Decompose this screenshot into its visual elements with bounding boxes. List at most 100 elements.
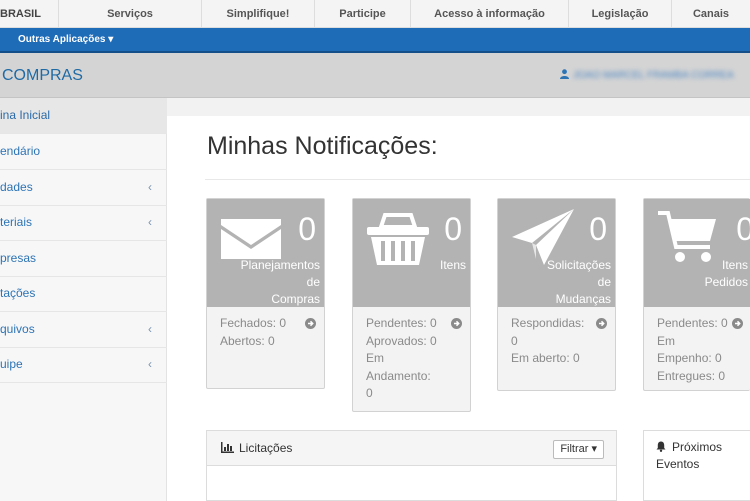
chevron-left-icon: ‹ — [148, 215, 152, 229]
title-divider — [205, 179, 750, 180]
card-label-line: Itens — [439, 258, 466, 272]
page-title: Minhas Notificações: — [207, 132, 438, 160]
card-footer: Respondidas: 0 Em aberto: 0 — [498, 307, 615, 374]
arrow-circle-right-icon — [732, 318, 743, 329]
sidebar-item-calendario[interactable]: endário — [0, 134, 167, 170]
sidebar-item-label: ina Inicial — [0, 108, 51, 122]
sidebar-item-licitacoes[interactable]: tações — [0, 276, 167, 312]
user-name: JOAO MARCEL FRAMBA CORREA — [573, 70, 734, 81]
card-label-line: Solicitações — [546, 258, 611, 272]
gov-brand[interactable]: BRASIL — [0, 0, 58, 28]
card-count: 0 — [589, 211, 607, 247]
card-count: 0 — [736, 211, 750, 247]
card-footer: Pendentes: 0 Em Empenho: 0 Entregues: 0 — [644, 307, 750, 391]
card-label-line: Mudanças — [555, 292, 611, 306]
stat-text: Em — [657, 333, 675, 348]
card-label-line: de — [597, 275, 611, 289]
licitacoes-panel: Licitações Filtrar ▾ — [206, 430, 617, 501]
stat-text: Em — [366, 351, 384, 365]
chevron-left-icon: ‹ — [148, 357, 152, 371]
chevron-left-icon: ‹ — [148, 180, 152, 194]
app-header: COMPRAS JOAO MARCEL FRAMBA CORREA — [0, 53, 750, 98]
arrow-circle-right-icon — [596, 318, 607, 329]
gov-link-participe[interactable]: Participe — [314, 0, 410, 28]
card-count: 0 — [444, 211, 462, 247]
gov-link-canais[interactable]: Canais — [671, 0, 750, 28]
sidebar-item-label: teriais — [0, 215, 33, 229]
gov-link-simplifique[interactable]: Simplifique! — [201, 0, 314, 28]
sidebar-item-label: tações — [0, 286, 36, 300]
user-icon — [560, 69, 569, 79]
card-solicitacoes[interactable]: 0 Solicitações de Mudanças Respondidas: … — [497, 198, 616, 391]
sidebar-item-label: presas — [0, 251, 37, 265]
card-stat-pendentes[interactable]: Pendentes: 0 — [366, 315, 462, 333]
sidebar: ina Inicial endário dades ‹ teriais ‹ pr… — [0, 98, 167, 501]
licitacoes-title: Licitações — [221, 431, 292, 465]
sidebar-item-materiais[interactable]: teriais ‹ — [0, 205, 167, 241]
sidebar-item-label: endário — [0, 144, 41, 158]
card-itens[interactable]: 0 Itens Pendentes: 0 Aprovados: 0 Em And… — [352, 198, 471, 412]
card-footer: Fechados: 0 Abertos: 0 — [207, 307, 324, 356]
sidebar-item-equipe[interactable]: uipe ‹ — [0, 347, 167, 383]
stat-text: Pendentes: 0 — [366, 316, 437, 330]
user-menu[interactable]: JOAO MARCEL FRAMBA CORREA — [560, 53, 734, 98]
card-footer: Pendentes: 0 Aprovados: 0 Em Andamento: … — [353, 307, 470, 409]
card-stat-em-empenho: Em Empenho: 0 — [657, 333, 742, 368]
card-header: 0 Itens — [353, 199, 470, 307]
sidebar-item-label: dades — [0, 180, 33, 194]
stat-text: Abertos: 0 — [220, 333, 275, 348]
stat-text: 0 — [366, 386, 373, 400]
card-label: Solicitações de Mudanças — [511, 257, 611, 308]
card-itens-pedidos[interactable]: 0 Itens Pedidos Pendentes: 0 Em Empenho:… — [643, 198, 750, 391]
card-stat-em-andamento: Em Andamento: 0 — [366, 350, 462, 403]
eventos-title: Próximos Eventos — [656, 439, 750, 473]
stat-text: Entregues: 0 — [657, 368, 726, 383]
stat-text: Fechados: 0 — [220, 316, 287, 330]
stat-text: Em aberto: 0 — [511, 351, 580, 365]
card-count: 0 — [298, 211, 316, 247]
sidebar-item-empresas[interactable]: presas — [0, 241, 167, 277]
card-label-line: Itens — [721, 258, 748, 272]
sidebar-item-label: quivos — [0, 322, 35, 336]
card-stat-respondidas[interactable]: Respondidas: 0 — [511, 315, 607, 350]
card-label-line: Pedidos — [704, 275, 748, 289]
stat-text: Andamento: — [366, 368, 431, 383]
card-stat-em-aberto: Em aberto: 0 — [511, 350, 607, 368]
gov-top-bar: BRASIL Serviços Simplifique! Participe A… — [0, 0, 750, 28]
card-label: Itens — [366, 257, 466, 274]
stat-text: Aprovados: 0 — [366, 333, 437, 348]
gov-link-legislacao[interactable]: Legislação — [568, 0, 671, 28]
card-label: Planejamentos de Compras — [220, 257, 320, 308]
apps-bar: Outras Aplicações ▾ — [0, 28, 750, 53]
arrow-circle-right-icon — [305, 318, 316, 329]
card-stat-aprovados: Aprovados: 0 — [366, 333, 462, 351]
card-planejamentos[interactable]: 0 Planejamentos de Compras Fechados: 0 A… — [206, 198, 325, 389]
eventos-panel: Próximos Eventos — [643, 430, 750, 501]
chevron-left-icon: ‹ — [148, 322, 152, 336]
gov-link-acesso-informacao[interactable]: Acesso à informação — [410, 0, 568, 28]
sidebar-item-label: uipe — [0, 357, 23, 371]
stat-text: Pendentes: 0 — [657, 316, 728, 330]
licitacoes-title-text: Licitações — [239, 441, 293, 455]
stat-text: Empenho: 0 — [657, 351, 722, 365]
sidebar-item-arquivos[interactable]: quivos ‹ — [0, 312, 167, 348]
filter-dropdown-button[interactable]: Filtrar ▾ — [553, 440, 604, 459]
other-apps-menu[interactable]: Outras Aplicações ▾ — [18, 28, 113, 52]
card-label: Itens Pedidos — [648, 257, 748, 291]
gov-link-servicos[interactable]: Serviços — [58, 0, 201, 28]
card-stat-pendentes[interactable]: Pendentes: 0 — [657, 315, 743, 333]
card-label-line: Compras — [271, 292, 320, 306]
app-brand[interactable]: COMPRAS — [2, 53, 83, 98]
sidebar-item-pagina-inicial[interactable]: ina Inicial — [0, 98, 167, 134]
card-label-line: de — [306, 275, 320, 289]
main-content: Minhas Notificações: 0 Planejamentos de … — [167, 98, 750, 501]
card-header: 0 Itens Pedidos — [644, 199, 750, 307]
bar-chart-icon — [221, 442, 234, 453]
arrow-circle-right-icon — [451, 318, 462, 329]
card-header: 0 Planejamentos de Compras — [207, 199, 324, 307]
sidebar-item-unidades[interactable]: dades ‹ — [0, 170, 167, 206]
card-stat-fechados[interactable]: Fechados: 0 — [220, 315, 316, 333]
card-stat-entregues: Entregues: 0 — [657, 368, 742, 386]
licitacoes-header: Licitações Filtrar ▾ — [207, 431, 616, 466]
stat-text: Respondidas: — [511, 316, 585, 330]
